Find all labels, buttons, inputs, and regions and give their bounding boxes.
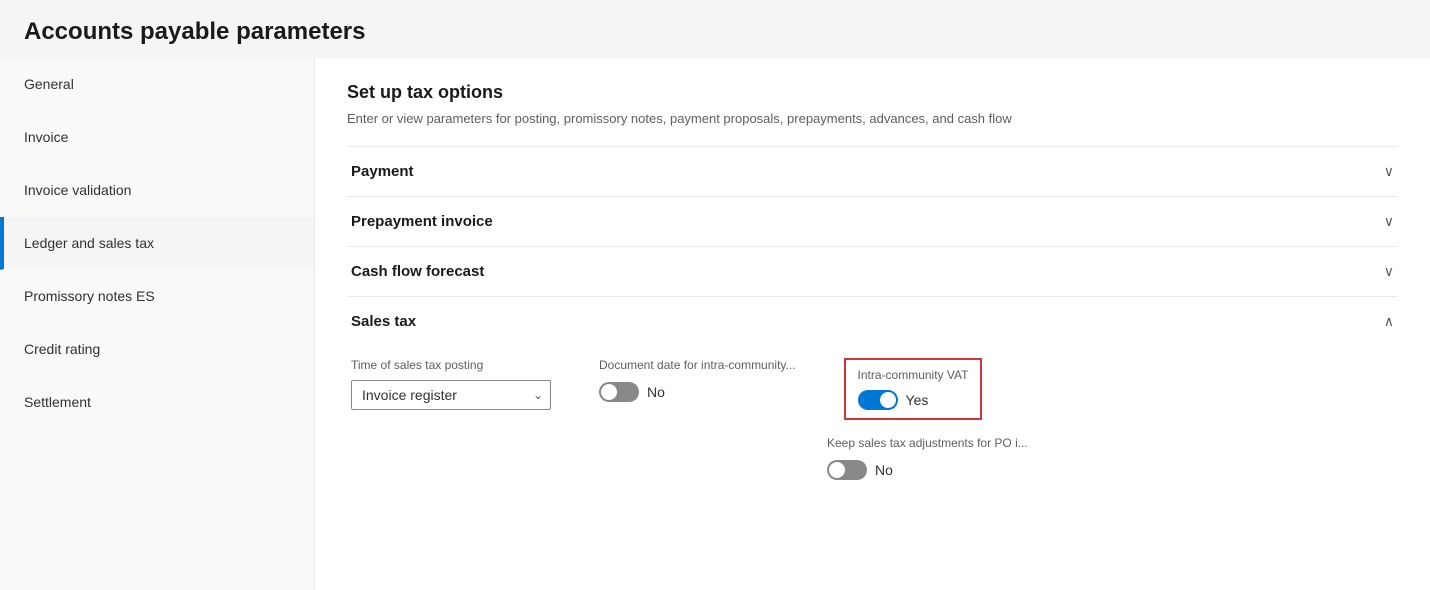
accordion-cash-flow: Cash flow forecast ∨: [347, 246, 1398, 296]
sidebar-item-settlement[interactable]: Settlement: [0, 376, 314, 429]
accordion-cash-flow-title: Cash flow forecast: [351, 263, 484, 280]
sidebar-item-general[interactable]: General: [0, 58, 314, 111]
sidebar-item-credit-rating[interactable]: Credit rating: [0, 323, 314, 376]
document-date-label: Document date for intra-community...: [599, 358, 796, 372]
time-of-posting-label: Time of sales tax posting: [351, 358, 551, 372]
keep-sales-tax-label: Keep sales tax adjustments for PO i...: [827, 436, 1028, 450]
chevron-down-icon: ∨: [1384, 163, 1394, 180]
accordion-sales-tax-header[interactable]: Sales tax ∧: [347, 297, 1398, 346]
main-layout: General Invoice Invoice validation Ledge…: [0, 58, 1430, 590]
intra-community-value: Yes: [906, 392, 929, 408]
app-container: Accounts payable parameters General Invo…: [0, 0, 1430, 590]
document-date-field: Document date for intra-community... No: [599, 358, 796, 402]
sidebar: General Invoice Invoice validation Ledge…: [0, 58, 315, 590]
accordion-sales-tax-title: Sales tax: [351, 313, 416, 330]
section-description: Enter or view parameters for posting, pr…: [347, 111, 1398, 126]
sidebar-item-promissory-notes[interactable]: Promissory notes ES: [0, 270, 314, 323]
accordion-payment: Payment ∨: [347, 146, 1398, 196]
accordion-sales-tax: Sales tax ∧ Time of sales tax posting In…: [347, 296, 1398, 500]
keep-sales-tax-toggle-row: No: [827, 460, 1028, 480]
section-title: Set up tax options: [347, 82, 1398, 103]
accordion-payment-title: Payment: [351, 163, 414, 180]
time-of-posting-select-wrapper: Invoice register Invoice Payment ⌄: [351, 380, 551, 410]
accordion-prepayment-title: Prepayment invoice: [351, 213, 493, 230]
sidebar-item-ledger-sales-tax[interactable]: Ledger and sales tax: [0, 217, 314, 270]
intra-community-toggle[interactable]: [858, 390, 898, 410]
keep-sales-tax-field: Keep sales tax adjustments for PO i... N…: [827, 436, 1028, 480]
accordion-payment-header[interactable]: Payment ∨: [347, 147, 1398, 196]
document-date-toggle-row: No: [599, 382, 796, 402]
intra-community-label: Intra-community VAT: [858, 368, 969, 382]
sidebar-item-invoice-validation[interactable]: Invoice validation: [0, 164, 314, 217]
document-date-value: No: [647, 384, 665, 400]
accordion-cash-flow-header[interactable]: Cash flow forecast ∨: [347, 247, 1398, 296]
accordion-prepayment: Prepayment invoice ∨: [347, 196, 1398, 246]
intra-community-vat-highlighted: Intra-community VAT Yes: [844, 358, 983, 420]
main-content: Set up tax options Enter or view paramet…: [315, 58, 1430, 590]
keep-sales-tax-value: No: [875, 462, 893, 478]
time-of-posting-select[interactable]: Invoice register Invoice Payment: [351, 380, 551, 410]
sales-tax-row2: Keep sales tax adjustments for PO i... N…: [351, 436, 1394, 480]
chevron-down-icon: ∨: [1384, 263, 1394, 280]
page-header: Accounts payable parameters: [0, 0, 1430, 58]
keep-sales-tax-toggle[interactable]: [827, 460, 867, 480]
accordion-prepayment-header[interactable]: Prepayment invoice ∨: [347, 197, 1398, 246]
sales-tax-body: Time of sales tax posting Invoice regist…: [347, 346, 1398, 500]
chevron-down-icon: ∨: [1384, 213, 1394, 230]
intra-community-toggle-row: Yes: [858, 390, 969, 410]
sidebar-item-invoice[interactable]: Invoice: [0, 111, 314, 164]
time-of-posting-field: Time of sales tax posting Invoice regist…: [351, 358, 551, 410]
chevron-up-icon: ∧: [1384, 313, 1394, 330]
sales-tax-row1: Time of sales tax posting Invoice regist…: [351, 358, 1394, 420]
page-title: Accounts payable parameters: [24, 18, 1406, 46]
document-date-toggle[interactable]: [599, 382, 639, 402]
